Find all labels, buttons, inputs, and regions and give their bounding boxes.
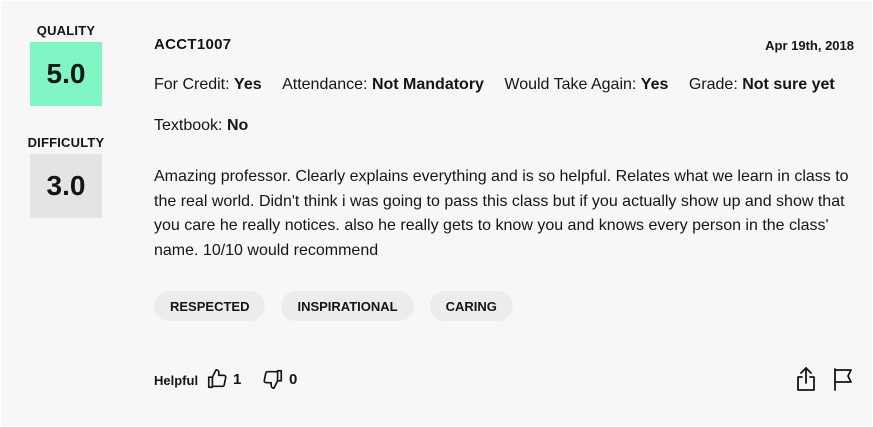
tag-list: RESPECTED INSPIRATIONAL CARING (154, 291, 513, 321)
meta-label: For Credit: (154, 76, 230, 93)
course-name: ACCT1007 (154, 36, 232, 53)
thumbs-down-icon (262, 368, 284, 390)
helpful-label: Helpful (154, 373, 199, 388)
difficulty-score: 3.0 (30, 154, 102, 218)
review-date: Apr 19th, 2018 (765, 38, 854, 53)
tag-respected: RESPECTED (154, 291, 266, 321)
meta-would-take-again: Would Take Again: Yes (504, 76, 668, 94)
meta-label: Grade: (688, 76, 738, 93)
meta-value: Not sure yet (742, 76, 835, 93)
share-button[interactable] (795, 366, 817, 397)
meta-value: Yes (234, 76, 262, 93)
meta-textbook: Textbook: No (154, 117, 248, 135)
tag-caring: CARING (429, 291, 513, 321)
meta-row: For Credit: Yes Attendance: Not Mandator… (154, 76, 851, 94)
meta-value: Not Mandatory (371, 76, 484, 93)
difficulty-label: DIFFICULTY (27, 135, 105, 150)
quality-score: 5.0 (30, 42, 102, 106)
meta-label: Would Take Again: (504, 76, 637, 93)
tag-inspirational: INSPIRATIONAL (281, 291, 414, 321)
score-column: QUALITY 5.0 DIFFICULTY 3.0 (23, 23, 109, 218)
review-comment: Amazing professor. Clearly explains ever… (154, 168, 849, 259)
thumbs-up-count: 1 (233, 370, 242, 388)
review-footer: Helpful 1 0 (154, 366, 854, 394)
meta-row: Textbook: No (154, 117, 264, 135)
flag-icon (832, 368, 854, 395)
flag-button[interactable] (832, 367, 854, 396)
meta-label: Textbook: (154, 117, 223, 134)
share-icon (795, 367, 817, 396)
meta-attendance: Attendance: Not Mandatory (282, 76, 484, 94)
meta-value: Yes (640, 76, 669, 93)
review-body: ACCT1007 Apr 19th, 2018 For Credit: Yes … (154, 36, 854, 391)
quality-label: QUALITY (36, 23, 96, 38)
meta-for-credit: For Credit: Yes (154, 76, 262, 94)
meta-label: Attendance: (282, 76, 368, 93)
thumbs-down-count: 0 (289, 370, 298, 388)
meta-grade: Grade: Not sure yet (689, 76, 835, 94)
meta-value: No (226, 117, 249, 134)
thumbs-up-button[interactable]: 1 (206, 366, 241, 392)
rating-card: QUALITY 5.0 DIFFICULTY 3.0 ACCT1007 Apr … (1, 1, 872, 426)
thumbs-down-button[interactable]: 0 (262, 366, 297, 392)
thumbs-up-icon (206, 368, 228, 390)
